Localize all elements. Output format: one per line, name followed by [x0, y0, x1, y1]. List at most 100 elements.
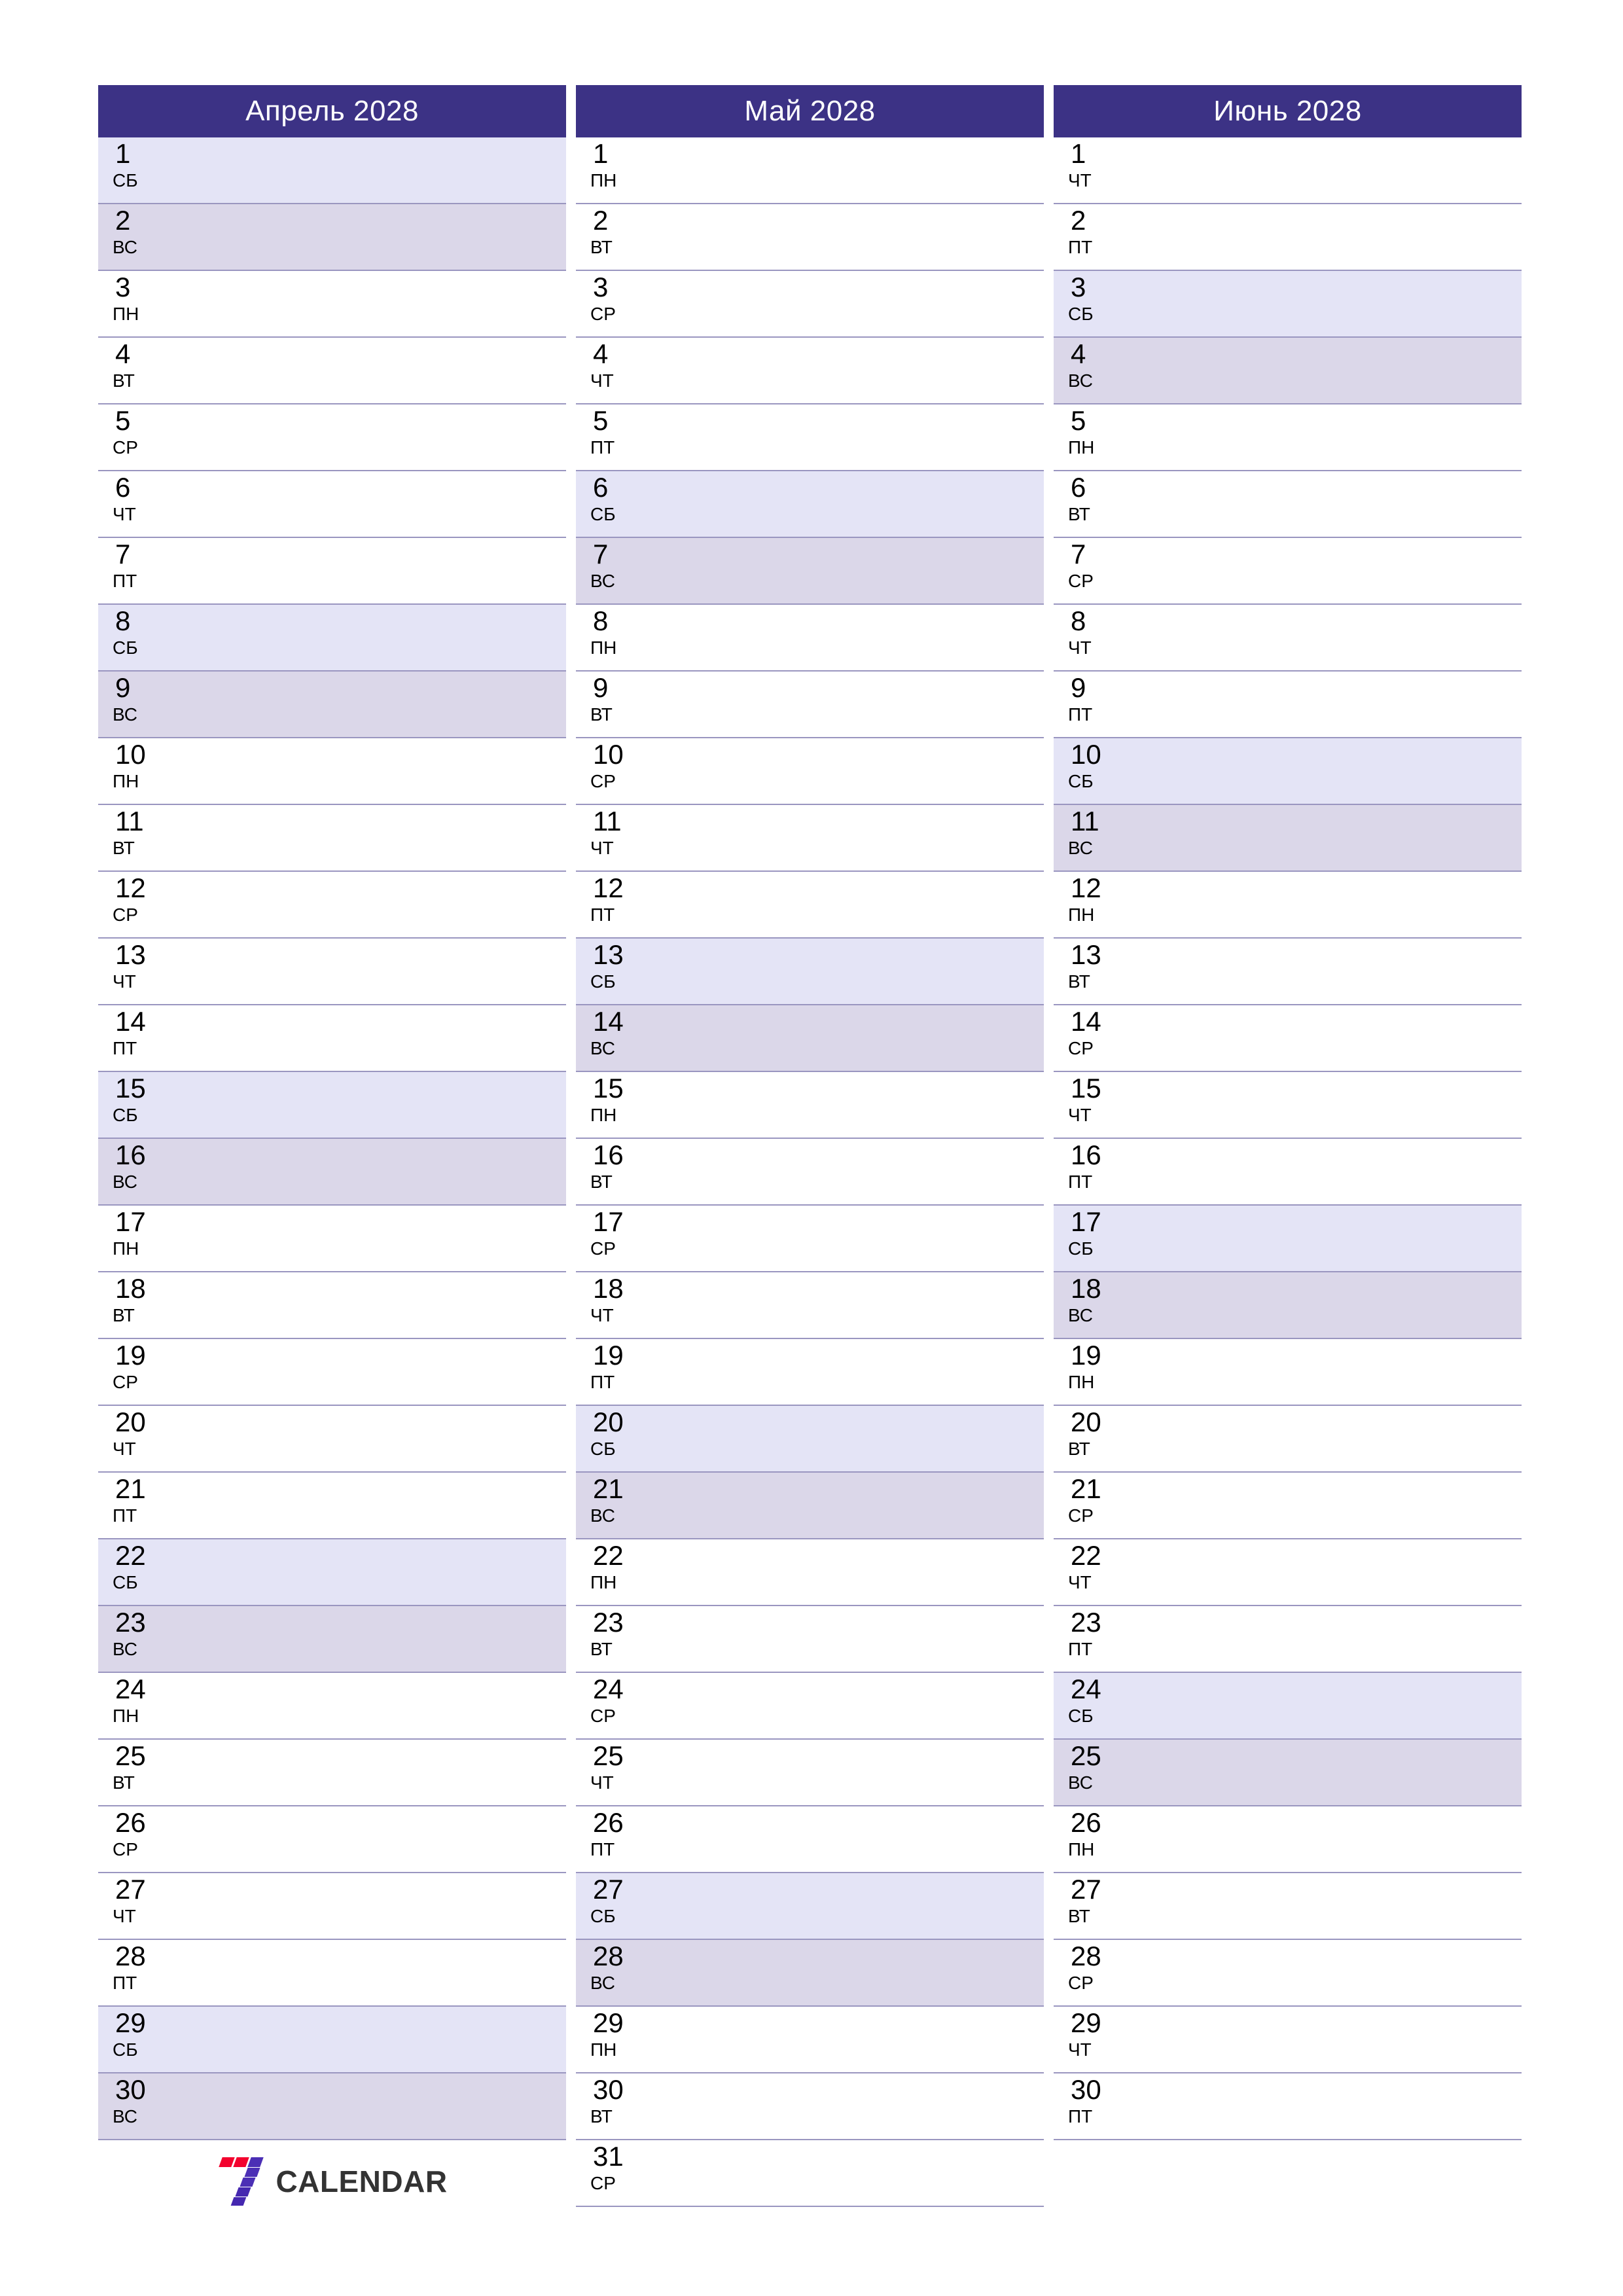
day-weekday-label: СБ: [590, 1906, 616, 1926]
day-row[interactable]: 15 ПН: [576, 1072, 1044, 1139]
day-row[interactable]: 2 ВС: [98, 204, 566, 271]
day-row[interactable]: 28 ПТ: [98, 1940, 566, 2007]
day-row[interactable]: 30 ПТ: [1054, 2073, 1522, 2140]
day-row[interactable]: 7 СР: [1054, 538, 1522, 605]
day-row[interactable]: 11 ВС: [1054, 805, 1522, 872]
day-row[interactable]: 4 ЧТ: [576, 338, 1044, 404]
day-row[interactable]: 4 ВС: [1054, 338, 1522, 404]
day-row[interactable]: 11 ВТ: [98, 805, 566, 872]
day-row[interactable]: 30 ВТ: [576, 2073, 1044, 2140]
day-row[interactable]: 24 СР: [576, 1673, 1044, 1740]
day-row[interactable]: 26 СР: [98, 1806, 566, 1873]
day-row[interactable]: 23 ПТ: [1054, 1606, 1522, 1673]
day-row[interactable]: 12 ПТ: [576, 872, 1044, 939]
day-row[interactable]: 3 СБ: [1054, 271, 1522, 338]
day-row[interactable]: 17 ПН: [98, 1206, 566, 1272]
day-row[interactable]: 18 ВТ: [98, 1272, 566, 1339]
day-row[interactable]: 3 СР: [576, 271, 1044, 338]
day-row[interactable]: 22 ЧТ: [1054, 1539, 1522, 1606]
day-row[interactable]: 25 ЧТ: [576, 1740, 1044, 1806]
day-row[interactable]: 25 ВТ: [98, 1740, 566, 1806]
day-row[interactable]: 10 СБ: [1054, 738, 1522, 805]
day-row[interactable]: 24 ПН: [98, 1673, 566, 1740]
day-row[interactable]: 6 ЧТ: [98, 471, 566, 538]
day-row[interactable]: 13 ВТ: [1054, 939, 1522, 1005]
day-row[interactable]: 19 ПН: [1054, 1339, 1522, 1406]
day-row[interactable]: 28 ВС: [576, 1940, 1044, 2007]
day-number: 27: [1071, 1874, 1101, 1905]
day-row[interactable]: 10 СР: [576, 738, 1044, 805]
day-row[interactable]: 14 ВС: [576, 1005, 1044, 1072]
day-row[interactable]: 1 СБ: [98, 137, 566, 204]
day-row[interactable]: 10 ПН: [98, 738, 566, 805]
day-row[interactable]: 20 СБ: [576, 1406, 1044, 1473]
day-row[interactable]: 19 СР: [98, 1339, 566, 1406]
day-row[interactable]: 15 ЧТ: [1054, 1072, 1522, 1139]
day-row[interactable]: 18 ВС: [1054, 1272, 1522, 1339]
day-row[interactable]: 14 СР: [1054, 1005, 1522, 1072]
day-row[interactable]: 1 ЧТ: [1054, 137, 1522, 204]
day-row[interactable]: 20 ВТ: [1054, 1406, 1522, 1473]
day-row[interactable]: 19 ПТ: [576, 1339, 1044, 1406]
day-row[interactable]: 29 ЧТ: [1054, 2007, 1522, 2073]
day-row[interactable]: 7 ПТ: [98, 538, 566, 605]
day-row[interactable]: 8 ЧТ: [1054, 605, 1522, 672]
day-row[interactable]: 26 ПТ: [576, 1806, 1044, 1873]
day-row[interactable]: 3 ПН: [98, 271, 566, 338]
day-weekday-label: ЧТ: [590, 1772, 614, 1793]
day-row[interactable]: 2 ВТ: [576, 204, 1044, 271]
day-row[interactable]: 23 ВТ: [576, 1606, 1044, 1673]
day-row[interactable]: 16 ВС: [98, 1139, 566, 1206]
day-row[interactable]: 1 ПН: [576, 137, 1044, 204]
day-number: 24: [593, 1674, 624, 1704]
day-number: 9: [593, 672, 609, 703]
day-row[interactable]: 7 ВС: [576, 538, 1044, 605]
day-row[interactable]: 24 СБ: [1054, 1673, 1522, 1740]
day-row[interactable]: 8 ПН: [576, 605, 1044, 672]
day-weekday-label: ПТ: [1068, 237, 1093, 257]
day-row[interactable]: 16 ПТ: [1054, 1139, 1522, 1206]
day-row[interactable]: 13 ЧТ: [98, 939, 566, 1005]
day-row[interactable]: 9 ВТ: [576, 672, 1044, 738]
day-row[interactable]: 21 ВС: [576, 1473, 1044, 1539]
day-row[interactable]: 16 ВТ: [576, 1139, 1044, 1206]
day-row[interactable]: 20 ЧТ: [98, 1406, 566, 1473]
day-row[interactable]: 29 СБ: [98, 2007, 566, 2073]
day-row[interactable]: 27 ЧТ: [98, 1873, 566, 1940]
day-row[interactable]: 30 ВС: [98, 2073, 566, 2140]
day-row[interactable]: 14 ПТ: [98, 1005, 566, 1072]
day-row[interactable]: 5 СР: [98, 404, 566, 471]
day-row[interactable]: 21 ПТ: [98, 1473, 566, 1539]
day-row[interactable]: 8 СБ: [98, 605, 566, 672]
day-row[interactable]: 5 ПН: [1054, 404, 1522, 471]
day-weekday-label: ПТ: [1068, 1172, 1093, 1192]
day-row[interactable]: 28 СР: [1054, 1940, 1522, 2007]
day-row[interactable]: 12 СР: [98, 872, 566, 939]
day-row[interactable]: 15 СБ: [98, 1072, 566, 1139]
day-row[interactable]: 2 ПТ: [1054, 204, 1522, 271]
day-row[interactable]: 4 ВТ: [98, 338, 566, 404]
day-row[interactable]: 13 СБ: [576, 939, 1044, 1005]
day-row[interactable]: 27 СБ: [576, 1873, 1044, 1940]
day-row[interactable]: 6 СБ: [576, 471, 1044, 538]
day-row[interactable]: 11 ЧТ: [576, 805, 1044, 872]
day-row[interactable]: 12 ПН: [1054, 872, 1522, 939]
day-row[interactable]: 29 ПН: [576, 2007, 1044, 2073]
day-row[interactable]: 21 СР: [1054, 1473, 1522, 1539]
day-row[interactable]: 22 ПН: [576, 1539, 1044, 1606]
day-row[interactable]: 22 СБ: [98, 1539, 566, 1606]
day-row[interactable]: 31 СР: [576, 2140, 1044, 2207]
day-row[interactable]: 9 ВС: [98, 672, 566, 738]
day-weekday-label: ВТ: [113, 1305, 135, 1325]
day-number: 9: [115, 672, 131, 703]
day-row[interactable]: 5 ПТ: [576, 404, 1044, 471]
day-row[interactable]: 17 СР: [576, 1206, 1044, 1272]
day-row[interactable]: 9 ПТ: [1054, 672, 1522, 738]
day-row[interactable]: 6 ВТ: [1054, 471, 1522, 538]
day-row[interactable]: 17 СБ: [1054, 1206, 1522, 1272]
day-row[interactable]: 27 ВТ: [1054, 1873, 1522, 1940]
day-row[interactable]: 26 ПН: [1054, 1806, 1522, 1873]
day-row[interactable]: 23 ВС: [98, 1606, 566, 1673]
day-row[interactable]: 18 ЧТ: [576, 1272, 1044, 1339]
day-row[interactable]: 25 ВС: [1054, 1740, 1522, 1806]
